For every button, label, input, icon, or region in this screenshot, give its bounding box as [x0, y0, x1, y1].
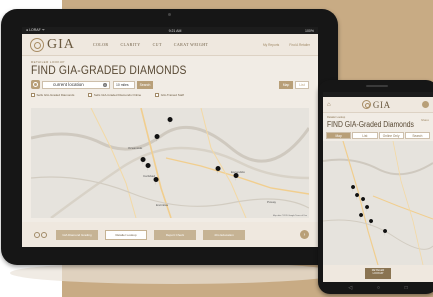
location-input[interactable]: current location × [42, 80, 110, 89]
tab-online-only[interactable]: Online Only [378, 132, 404, 139]
share-link[interactable]: Share [421, 118, 429, 122]
phone-screen: ⌂ GIA Retailer Lookup FIND GIA-Graded Di… [323, 92, 433, 282]
diamond-rings-icon [31, 230, 49, 240]
phone-map[interactable] [323, 141, 433, 265]
gia-logo-icon [30, 37, 44, 52]
diamond-grading-button[interactable]: GIA Diamond Grading [56, 229, 98, 240]
gia-logo-icon [361, 100, 371, 109]
phone-logo-text: GIA [372, 99, 391, 110]
filter-graded-diamonds[interactable]: Sells GIA-Graded Diamonds [31, 93, 74, 97]
clear-icon[interactable]: × [103, 82, 107, 87]
checkbox[interactable] [88, 93, 92, 97]
pin-icon [154, 134, 160, 143]
phone-nav-bar: ◁ ○ □ [318, 283, 433, 292]
pin-icon [361, 197, 366, 204]
status-carrier: ● LORAF ᯤ [26, 28, 45, 32]
phone-page-title: FIND GIA-Graded Diamonds [327, 120, 414, 129]
phone-breadcrumb: Retailer Lookup [327, 116, 346, 119]
filter-online[interactable]: Sells GIA-Graded Diamonds Online [88, 93, 141, 97]
phone-map-pins [351, 185, 388, 236]
page-header: RETAILER LOOKUP FIND GIA-GRADED DIAMONDS [22, 56, 318, 77]
status-time: 9:21 AM [168, 28, 182, 33]
location-value: current location [53, 82, 84, 87]
footer-bar: GIA Diamond Grading Retailer Lookup Repo… [22, 222, 318, 247]
radius-select[interactable]: 10 miles [113, 80, 135, 89]
status-battery: 100% [305, 28, 314, 33]
utility-links: My Reports Find A Retailer [263, 43, 310, 47]
phone-device: ⌂ GIA Retailer Lookup FIND GIA-Graded Di… [318, 80, 433, 294]
report-check-button[interactable]: Report Check [154, 229, 196, 240]
nav-item-color[interactable]: COLOR [93, 42, 109, 47]
nav-item-carat-weight[interactable]: CARAT WEIGHT [174, 42, 209, 47]
tab-list[interactable]: List [352, 132, 378, 139]
logo-text: GIA [47, 36, 75, 52]
map-pins [140, 117, 239, 186]
phone-footer: RETAILER LOOKUP [323, 265, 433, 282]
phone-speaker [366, 85, 388, 87]
device-shadow [10, 262, 340, 284]
phone-tabs: Map List Online Only Search [326, 132, 430, 139]
nav-item-clarity[interactable]: CLARITY [120, 42, 140, 47]
breadcrumb: RETAILER LOOKUP [31, 60, 65, 64]
retailer-lookup-button[interactable]: RETAILER LOOKUP [365, 268, 391, 279]
find-retailer-link[interactable]: Find A Retailer [289, 43, 310, 47]
education-button[interactable]: 4Cs Education [203, 229, 245, 240]
pin-icon [355, 193, 360, 200]
phone-header: ⌂ GIA [323, 97, 433, 113]
pin-icon [140, 157, 146, 166]
tablet-camera [168, 13, 171, 16]
page-title: FIND GIA-GRADED DIAMONDS [31, 65, 187, 77]
tab-search[interactable]: Search [404, 132, 430, 139]
status-bar: ● LORAF ᯤ 9:21 AM 100% [22, 27, 318, 34]
pin-icon [351, 185, 356, 192]
back-icon[interactable]: ◁ [348, 285, 352, 291]
filter-trained-staff[interactable]: GIA-Trained Staff [155, 93, 184, 97]
home-button-icon[interactable]: ○ [377, 285, 380, 291]
pin-icon [153, 177, 159, 186]
tab-map[interactable]: Map [326, 132, 352, 139]
pin-icon [365, 205, 370, 212]
filter-row: Sells GIA-Graded Diamonds Sells GIA-Grad… [31, 92, 309, 98]
recent-apps-icon[interactable]: □ [405, 285, 408, 291]
top-nav: GIA COLOR CLARITY CUT CARAT WEIGHT My Re… [22, 34, 318, 56]
list-view-button[interactable]: List [295, 80, 309, 89]
home-icon[interactable]: ⌂ [327, 102, 331, 108]
phone-page-header: Retailer Lookup FIND GIA-Graded Diamonds… [323, 113, 433, 129]
pin-icon [359, 213, 364, 220]
search-button[interactable]: Search [137, 80, 153, 89]
map-credit: Map data ©2015 Google Terms of Use [272, 215, 307, 217]
tablet-screen: ● LORAF ᯤ 9:21 AM 100% GIA COLOR CLARITY… [22, 27, 318, 247]
filter-label: Sells GIA-Graded Diamonds Online [93, 93, 142, 97]
phone-gia-logo[interactable]: GIA [361, 99, 391, 110]
nav-menu: COLOR CLARITY CUT CARAT WEIGHT [93, 42, 208, 47]
retailer-lookup-button[interactable]: Retailer Lookup [105, 229, 147, 240]
map-view-button[interactable]: Map [279, 80, 293, 89]
gia-logo[interactable]: GIA [30, 37, 75, 53]
checkbox[interactable] [31, 93, 35, 97]
tablet-device: ● LORAF ᯤ 9:21 AM 100% GIA COLOR CLARITY… [1, 9, 338, 265]
retailer-map[interactable]: Oceanside Escondido Carlsbad Encinitas P… [31, 108, 309, 218]
menu-icon[interactable] [421, 101, 429, 108]
pin-icon [167, 117, 173, 126]
pin-icon [215, 166, 221, 175]
my-reports-link[interactable]: My Reports [263, 43, 279, 47]
footer-btn-line2: LOOKUP [372, 272, 384, 276]
next-arrow-icon[interactable]: › [300, 230, 309, 239]
filter-label: GIA-Trained Staff [160, 93, 184, 97]
pin-icon [145, 163, 151, 172]
pin-icon [383, 229, 388, 236]
search-row: current location × 10 miles Search Map L… [31, 80, 309, 89]
nav-item-cut[interactable]: CUT [153, 42, 162, 47]
pin-icon [233, 173, 239, 182]
filter-label: Sells GIA-Graded Diamonds [36, 93, 75, 97]
location-icon[interactable] [31, 80, 40, 89]
pin-icon [369, 219, 374, 226]
checkbox[interactable] [155, 93, 159, 97]
view-toggle: Map List [279, 80, 309, 89]
